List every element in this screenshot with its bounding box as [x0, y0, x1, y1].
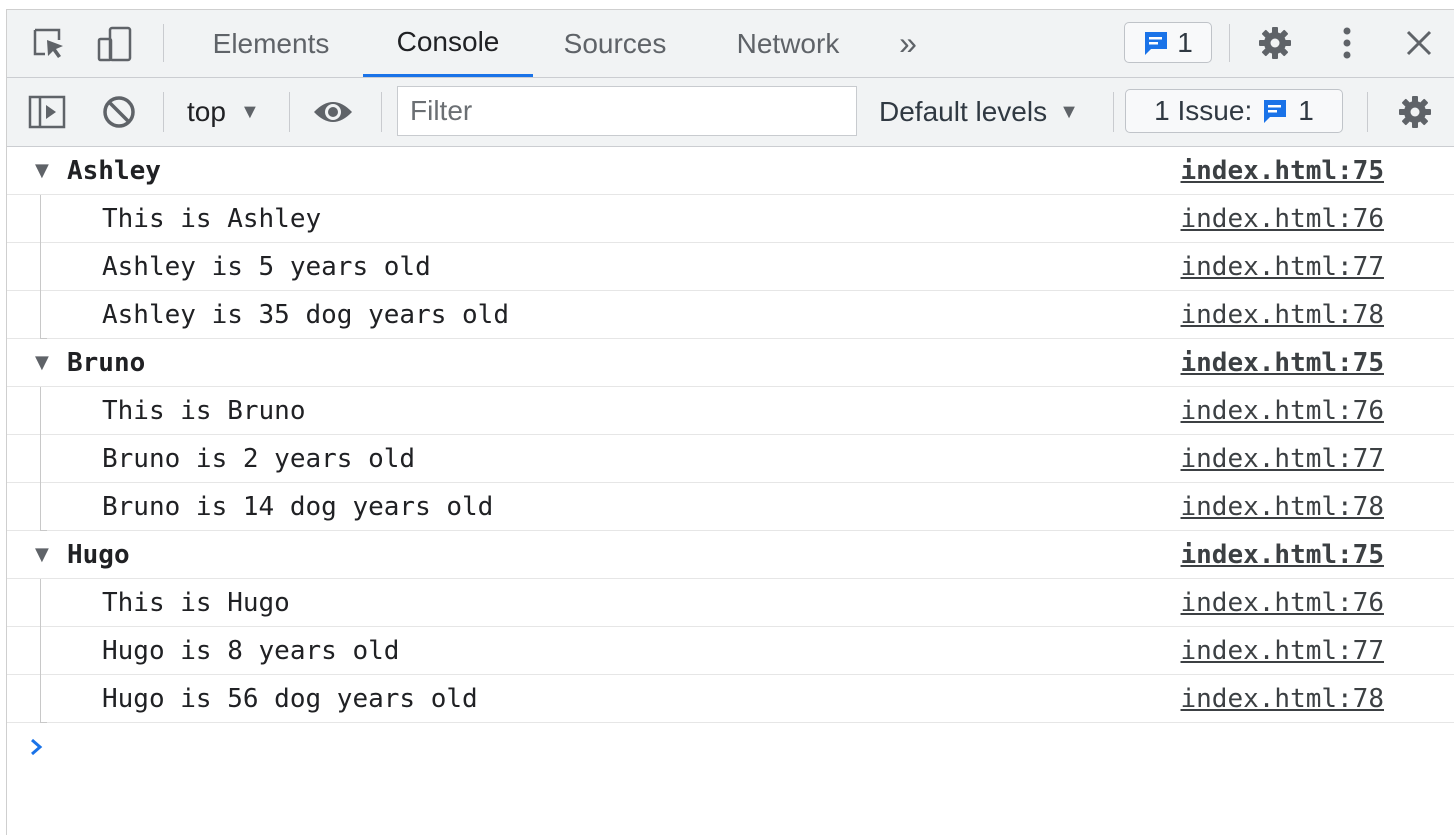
source-link[interactable]: index.html:78 — [1181, 675, 1385, 722]
source-link[interactable]: index.html:78 — [1181, 291, 1385, 338]
toolbar-separator — [289, 92, 290, 132]
execution-context-select[interactable]: top ▼ — [187, 78, 260, 146]
message-text: This is Ashley — [102, 203, 322, 234]
source-link[interactable]: index.html:75 — [1181, 147, 1385, 194]
message-text: Hugo is 56 dog years old — [102, 683, 478, 714]
prompt-chevron-icon — [29, 737, 43, 757]
console-group-header[interactable]: ▼ Ashley index.html:75 — [7, 147, 1454, 195]
console-prompt[interactable] — [7, 723, 1454, 771]
console-message: Bruno is 2 years old index.html:77 — [7, 435, 1454, 483]
message-text: Hugo is 8 years old — [102, 635, 400, 666]
source-link[interactable]: index.html:75 — [1181, 339, 1385, 386]
console-group-header[interactable]: ▼ Hugo index.html:75 — [7, 531, 1454, 579]
tabbar-separator — [163, 24, 164, 62]
source-link[interactable]: index.html:76 — [1181, 579, 1385, 626]
show-sidebar-icon[interactable] — [27, 92, 67, 132]
log-levels-select[interactable]: Default levels ▼ — [879, 78, 1079, 146]
console-message: This is Ashley index.html:76 — [7, 195, 1454, 243]
console-group-header[interactable]: ▼ Bruno index.html:75 — [7, 339, 1454, 387]
more-options-kebab-icon[interactable] — [1327, 23, 1367, 63]
close-devtools-icon[interactable] — [1399, 23, 1439, 63]
console-message: Hugo is 8 years old index.html:77 — [7, 627, 1454, 675]
console-output: ▼ Ashley index.html:75 This is Ashley in… — [7, 147, 1454, 771]
console-message: Hugo is 56 dog years old index.html:78 — [7, 675, 1454, 723]
context-value: top — [187, 96, 226, 127]
toolbar-separator — [381, 92, 382, 132]
issues-button[interactable]: 1 Issue: 1 — [1125, 89, 1343, 133]
source-link[interactable]: index.html:77 — [1181, 435, 1385, 482]
tab-network[interactable]: Network — [713, 10, 863, 77]
filter-input[interactable] — [397, 86, 857, 136]
dropdown-arrow-icon: ▼ — [239, 100, 260, 123]
inspect-element-icon[interactable] — [29, 24, 69, 64]
source-link[interactable]: index.html:75 — [1181, 531, 1385, 578]
settings-gear-icon[interactable] — [1255, 23, 1295, 63]
source-link[interactable]: index.html:78 — [1181, 483, 1385, 530]
dropdown-arrow-icon: ▼ — [1059, 100, 1079, 123]
console-message: This is Bruno index.html:76 — [7, 387, 1454, 435]
message-icon — [1143, 30, 1169, 56]
console-message: Bruno is 14 dog years old index.html:78 — [7, 483, 1454, 531]
group-label: Bruno — [67, 347, 146, 378]
console-message: Ashley is 5 years old index.html:77 — [7, 243, 1454, 291]
tab-console[interactable]: Console — [363, 10, 533, 77]
tab-sources[interactable]: Sources — [545, 10, 685, 77]
expand-triangle-icon[interactable]: ▼ — [35, 531, 49, 578]
messages-badge[interactable]: 1 — [1124, 22, 1212, 63]
devtools-tab-bar: Elements Console Sources Network » 1 — [7, 10, 1454, 78]
source-link[interactable]: index.html:76 — [1181, 387, 1385, 434]
group-label: Ashley — [67, 155, 161, 186]
message-text: This is Bruno — [102, 395, 306, 426]
source-link[interactable]: index.html:77 — [1181, 627, 1385, 674]
issues-count: 1 — [1298, 95, 1314, 126]
message-text: Bruno is 14 dog years old — [102, 491, 494, 522]
console-message: This is Hugo index.html:76 — [7, 579, 1454, 627]
group-label: Hugo — [67, 539, 130, 570]
tab-elements[interactable]: Elements — [191, 10, 351, 77]
tabbar-separator — [1229, 24, 1230, 62]
expand-triangle-icon[interactable]: ▼ — [35, 339, 49, 386]
expand-triangle-icon[interactable]: ▼ — [35, 147, 49, 194]
message-text: This is Hugo — [102, 587, 290, 618]
live-expression-eye-icon[interactable] — [311, 92, 355, 132]
more-tabs-button[interactable]: » — [883, 10, 933, 77]
message-text: Ashley is 35 dog years old — [102, 299, 509, 330]
toolbar-separator — [1367, 92, 1368, 132]
issues-label: 1 Issue: — [1154, 95, 1253, 126]
messages-count: 1 — [1177, 26, 1193, 58]
toolbar-separator — [1113, 92, 1114, 132]
clear-console-icon[interactable] — [99, 92, 139, 132]
message-text: Ashley is 5 years old — [102, 251, 431, 282]
levels-value: Default levels — [879, 96, 1048, 127]
console-settings-gear-icon[interactable] — [1395, 92, 1435, 132]
devtools-panel: Elements Console Sources Network » 1 top… — [6, 9, 1454, 835]
message-text: Bruno is 2 years old — [102, 443, 416, 474]
console-message: Ashley is 35 dog years old index.html:78 — [7, 291, 1454, 339]
toolbar-separator — [163, 92, 164, 132]
source-link[interactable]: index.html:77 — [1181, 243, 1385, 290]
console-toolbar: top ▼ Default levels ▼ 1 Issue: — [7, 78, 1454, 147]
device-toolbar-icon[interactable] — [95, 24, 135, 64]
issue-message-icon — [1262, 98, 1288, 124]
source-link[interactable]: index.html:76 — [1181, 195, 1385, 242]
